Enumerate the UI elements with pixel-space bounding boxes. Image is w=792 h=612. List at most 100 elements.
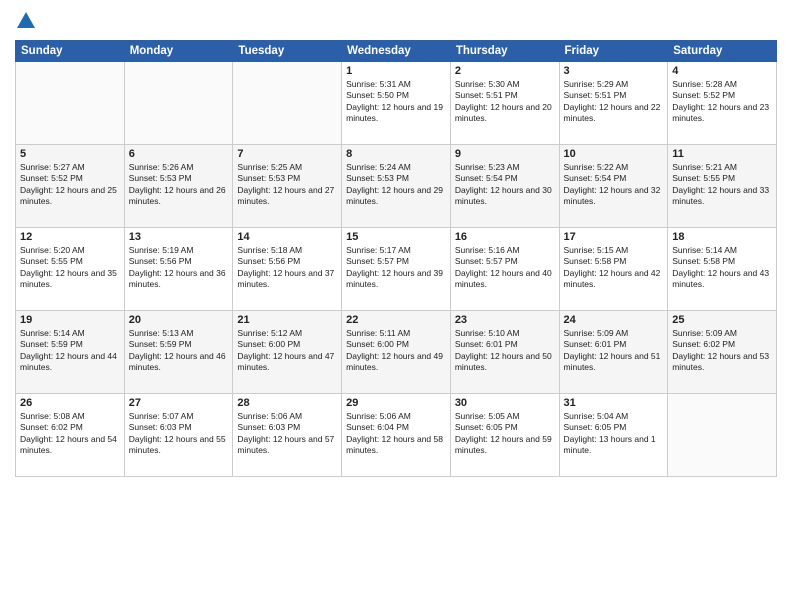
calendar-day-header: Thursday <box>450 41 559 62</box>
cell-content: Sunrise: 5:13 AMSunset: 5:59 PMDaylight:… <box>129 328 229 374</box>
cell-content: Sunrise: 5:29 AMSunset: 5:51 PMDaylight:… <box>564 79 664 125</box>
calendar-cell: 3Sunrise: 5:29 AMSunset: 5:51 PMDaylight… <box>559 62 668 145</box>
calendar-cell: 2 Sunrise: 5:30 AMSunset: 5:51 PMDaylight… <box>450 62 559 145</box>
cell-content: Sunrise: 5:24 AMSunset: 5:53 PMDaylight:… <box>346 162 446 208</box>
calendar-cell <box>668 394 777 477</box>
calendar-cell: 16 Sunrise: 5:16 AMSunset: 5:57 PMDayligh… <box>450 228 559 311</box>
calendar-cell: 30 Sunrise: 5:05 AMSunset: 6:05 PMDayligh… <box>450 394 559 477</box>
calendar-cell: 9 Sunrise: 5:23 AMSunset: 5:54 PMDaylight… <box>450 145 559 228</box>
day-number: 17 <box>564 231 664 243</box>
day-number: 16 <box>455 231 555 243</box>
day-number: 5 <box>20 148 120 160</box>
calendar-cell: 24 Sunrise: 5:09 AMSunset: 6:01 PMDayligh… <box>559 311 668 394</box>
calendar-week-row: 1 Sunrise: 5:31 AMSunset: 5:50 PMDaylight… <box>16 62 777 145</box>
calendar-cell: 19 Sunrise: 5:14 AMSunset: 5:59 PMDayligh… <box>16 311 125 394</box>
calendar-table: SundayMondayTuesdayWednesdayThursdayFrid… <box>15 40 777 477</box>
calendar-day-header: Tuesday <box>233 41 342 62</box>
day-number: 24 <box>564 314 664 326</box>
day-number: 9 <box>455 148 555 160</box>
cell-content: Sunrise: 5:28 AMSunset: 5:52 PMDaylight:… <box>672 79 772 125</box>
cell-content: Sunrise: 5:14 AMSunset: 5:58 PMDaylight:… <box>672 245 772 291</box>
calendar-week-row: 26Sunrise: 5:08 AMSunset: 6:02 PMDayligh… <box>16 394 777 477</box>
calendar-body: 1 Sunrise: 5:31 AMSunset: 5:50 PMDaylight… <box>16 62 777 477</box>
day-number: 2 <box>455 65 555 77</box>
day-number: 12 <box>20 231 120 243</box>
day-number: 13 <box>129 231 229 243</box>
cell-content: Sunrise: 5:06 AMSunset: 6:04 PMDaylight:… <box>346 411 446 457</box>
calendar-cell: 6 Sunrise: 5:26 AMSunset: 5:53 PMDaylight… <box>124 145 233 228</box>
calendar-week-row: 19 Sunrise: 5:14 AMSunset: 5:59 PMDayligh… <box>16 311 777 394</box>
day-number: 31 <box>564 397 664 409</box>
calendar-cell: 31 Sunrise: 5:04 AMSunset: 6:05 PMDayligh… <box>559 394 668 477</box>
cell-content: Sunrise: 5:31 AMSunset: 5:50 PMDaylight:… <box>346 79 446 125</box>
calendar-cell: 28 Sunrise: 5:06 AMSunset: 6:03 PMDayligh… <box>233 394 342 477</box>
cell-content: Sunrise: 5:26 AMSunset: 5:53 PMDaylight:… <box>129 162 229 208</box>
day-number: 27 <box>129 397 229 409</box>
cell-content: Sunrise: 5:09 AMSunset: 6:02 PMDaylight:… <box>672 328 772 374</box>
day-number: 29 <box>346 397 446 409</box>
calendar-cell: 22Sunrise: 5:11 AMSunset: 6:00 PMDayligh… <box>342 311 451 394</box>
day-number: 7 <box>237 148 337 160</box>
day-number: 15 <box>346 231 446 243</box>
day-number: 14 <box>237 231 337 243</box>
day-number: 30 <box>455 397 555 409</box>
calendar-day-header: Wednesday <box>342 41 451 62</box>
calendar-day-header: Monday <box>124 41 233 62</box>
calendar-cell: 12 Sunrise: 5:20 AMSunset: 5:55 PMDayligh… <box>16 228 125 311</box>
calendar-cell: 4 Sunrise: 5:28 AMSunset: 5:52 PMDaylight… <box>668 62 777 145</box>
calendar-cell: 10 Sunrise: 5:22 AMSunset: 5:54 PMDayligh… <box>559 145 668 228</box>
cell-content: Sunrise: 5:06 AMSunset: 6:03 PMDaylight:… <box>237 411 337 457</box>
cell-content: Sunrise: 5:20 AMSunset: 5:55 PMDaylight:… <box>20 245 120 291</box>
cell-content: Sunrise: 5:14 AMSunset: 5:59 PMDaylight:… <box>20 328 120 374</box>
calendar-cell: 18 Sunrise: 5:14 AMSunset: 5:58 PMDayligh… <box>668 228 777 311</box>
cell-content: Sunrise: 5:11 AMSunset: 6:00 PMDaylight:… <box>346 328 446 374</box>
calendar-cell: 26Sunrise: 5:08 AMSunset: 6:02 PMDayligh… <box>16 394 125 477</box>
day-number: 25 <box>672 314 772 326</box>
day-number: 4 <box>672 65 772 77</box>
day-number: 21 <box>237 314 337 326</box>
cell-content: Sunrise: 5:25 AMSunset: 5:53 PMDaylight:… <box>237 162 337 208</box>
calendar-cell: 13Sunrise: 5:19 AMSunset: 5:56 PMDayligh… <box>124 228 233 311</box>
day-number: 8 <box>346 148 446 160</box>
cell-content: Sunrise: 5:22 AMSunset: 5:54 PMDaylight:… <box>564 162 664 208</box>
cell-content: Sunrise: 5:30 AMSunset: 5:51 PMDaylight:… <box>455 79 555 125</box>
day-number: 26 <box>20 397 120 409</box>
day-number: 18 <box>672 231 772 243</box>
day-number: 19 <box>20 314 120 326</box>
cell-content: Sunrise: 5:05 AMSunset: 6:05 PMDaylight:… <box>455 411 555 457</box>
day-number: 23 <box>455 314 555 326</box>
calendar-cell: 27Sunrise: 5:07 AMSunset: 6:03 PMDayligh… <box>124 394 233 477</box>
logo <box>15 10 41 32</box>
calendar-cell: 29 Sunrise: 5:06 AMSunset: 6:04 PMDayligh… <box>342 394 451 477</box>
day-number: 1 <box>346 65 446 77</box>
day-number: 11 <box>672 148 772 160</box>
calendar-day-header: Sunday <box>16 41 125 62</box>
cell-content: Sunrise: 5:04 AMSunset: 6:05 PMDaylight:… <box>564 411 664 457</box>
cell-content: Sunrise: 5:21 AMSunset: 5:55 PMDaylight:… <box>672 162 772 208</box>
calendar-week-row: 5 Sunrise: 5:27 AMSunset: 5:52 PMDaylight… <box>16 145 777 228</box>
cell-content: Sunrise: 5:18 AMSunset: 5:56 PMDaylight:… <box>237 245 337 291</box>
cell-content: Sunrise: 5:12 AMSunset: 6:00 PMDaylight:… <box>237 328 337 374</box>
cell-content: Sunrise: 5:17 AMSunset: 5:57 PMDaylight:… <box>346 245 446 291</box>
calendar-day-header: Saturday <box>668 41 777 62</box>
calendar-week-row: 12 Sunrise: 5:20 AMSunset: 5:55 PMDayligh… <box>16 228 777 311</box>
calendar-cell: 1 Sunrise: 5:31 AMSunset: 5:50 PMDaylight… <box>342 62 451 145</box>
day-number: 28 <box>237 397 337 409</box>
calendar-cell: 17 Sunrise: 5:15 AMSunset: 5:58 PMDayligh… <box>559 228 668 311</box>
header <box>15 10 777 32</box>
cell-content: Sunrise: 5:23 AMSunset: 5:54 PMDaylight:… <box>455 162 555 208</box>
cell-content: Sunrise: 5:15 AMSunset: 5:58 PMDaylight:… <box>564 245 664 291</box>
calendar-cell: 14 Sunrise: 5:18 AMSunset: 5:56 PMDayligh… <box>233 228 342 311</box>
cell-content: Sunrise: 5:16 AMSunset: 5:57 PMDaylight:… <box>455 245 555 291</box>
calendar-cell <box>16 62 125 145</box>
day-number: 6 <box>129 148 229 160</box>
calendar-cell: 15 Sunrise: 5:17 AMSunset: 5:57 PMDayligh… <box>342 228 451 311</box>
cell-content: Sunrise: 5:27 AMSunset: 5:52 PMDaylight:… <box>20 162 120 208</box>
calendar-cell: 25 Sunrise: 5:09 AMSunset: 6:02 PMDayligh… <box>668 311 777 394</box>
calendar-cell: 7 Sunrise: 5:25 AMSunset: 5:53 PMDaylight… <box>233 145 342 228</box>
day-number: 10 <box>564 148 664 160</box>
cell-content: Sunrise: 5:10 AMSunset: 6:01 PMDaylight:… <box>455 328 555 374</box>
cell-content: Sunrise: 5:09 AMSunset: 6:01 PMDaylight:… <box>564 328 664 374</box>
calendar-cell <box>233 62 342 145</box>
calendar-cell: 11 Sunrise: 5:21 AMSunset: 5:55 PMDayligh… <box>668 145 777 228</box>
